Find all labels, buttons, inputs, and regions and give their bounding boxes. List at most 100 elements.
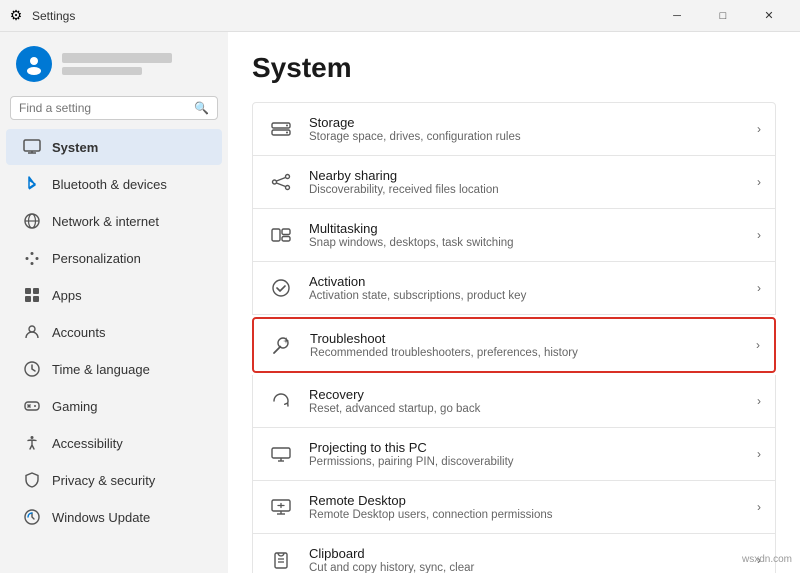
item-title-activation: Activation: [309, 274, 743, 289]
sidebar-item-time[interactable]: Time & language: [6, 351, 222, 387]
sidebar-item-label: Network & internet: [52, 214, 159, 229]
avatar: [16, 46, 52, 82]
chevron-icon: ›: [757, 394, 761, 408]
sidebar-item-system[interactable]: System: [6, 129, 222, 165]
item-desc-storage: Storage space, drives, configuration rul…: [309, 131, 743, 143]
item-desc-troubleshoot: Recommended troubleshooters, preferences…: [310, 347, 742, 359]
chevron-icon: ›: [757, 122, 761, 136]
settings-item-multitasking[interactable]: Multitasking Snap windows, desktops, tas…: [252, 209, 776, 262]
sidebar-item-label: Windows Update: [52, 510, 150, 525]
chevron-icon: ›: [757, 500, 761, 514]
chevron-icon: ›: [757, 175, 761, 189]
user-info: [62, 53, 172, 75]
settings-item-projecting[interactable]: Projecting to this PC Permissions, pairi…: [252, 428, 776, 481]
sidebar-item-label: Accounts: [52, 325, 105, 340]
item-text-multitasking: Multitasking Snap windows, desktops, tas…: [309, 221, 743, 249]
user-sub-bar: [62, 67, 142, 75]
clipboard-icon: [267, 546, 295, 573]
sidebar-item-accounts[interactable]: Accounts: [6, 314, 222, 350]
item-title-projecting: Projecting to this PC: [309, 440, 743, 455]
sidebar: 🔍 System Bluetooth & devices Network & i…: [0, 32, 228, 573]
item-desc-projecting: Permissions, pairing PIN, discoverabilit…: [309, 456, 743, 468]
item-desc-recovery: Reset, advanced startup, go back: [309, 403, 743, 415]
item-text-remote-desktop: Remote Desktop Remote Desktop users, con…: [309, 493, 743, 521]
item-desc-remote-desktop: Remote Desktop users, connection permiss…: [309, 509, 743, 521]
accessibility-icon: [22, 433, 42, 453]
settings-item-nearby-sharing[interactable]: Nearby sharing Discoverability, received…: [252, 156, 776, 209]
projecting-icon: [267, 440, 295, 468]
sidebar-item-label: Gaming: [52, 399, 98, 414]
remote-desktop-icon: [267, 493, 295, 521]
recovery-icon: [267, 387, 295, 415]
settings-item-storage[interactable]: Storage Storage space, drives, configura…: [252, 102, 776, 156]
item-title-nearby-sharing: Nearby sharing: [309, 168, 743, 183]
search-icon: 🔍: [194, 101, 209, 115]
item-title-troubleshoot: Troubleshoot: [310, 331, 742, 346]
item-text-projecting: Projecting to this PC Permissions, pairi…: [309, 440, 743, 468]
privacy-icon: [22, 470, 42, 490]
settings-item-remote-desktop[interactable]: Remote Desktop Remote Desktop users, con…: [252, 481, 776, 534]
watermark: wsxdn.com: [742, 554, 792, 565]
apps-icon: [22, 285, 42, 305]
close-button[interactable]: ✕: [746, 0, 792, 32]
item-text-nearby-sharing: Nearby sharing Discoverability, received…: [309, 168, 743, 196]
sidebar-item-privacy[interactable]: Privacy & security: [6, 462, 222, 498]
chevron-icon: ›: [756, 338, 760, 352]
sidebar-item-apps[interactable]: Apps: [6, 277, 222, 313]
multitasking-icon: [267, 221, 295, 249]
minimize-button[interactable]: ─: [654, 0, 700, 32]
sidebar-item-gaming[interactable]: Gaming: [6, 388, 222, 424]
item-title-clipboard: Clipboard: [309, 546, 743, 561]
titlebar: ⚙ Settings ─ □ ✕: [0, 0, 800, 32]
settings-item-recovery[interactable]: Recovery Reset, advanced startup, go bac…: [252, 375, 776, 428]
maximize-button[interactable]: □: [700, 0, 746, 32]
nearby-sharing-icon: [267, 168, 295, 196]
search-box[interactable]: 🔍: [10, 96, 218, 120]
sidebar-item-label: System: [52, 140, 98, 155]
item-title-recovery: Recovery: [309, 387, 743, 402]
main-content: System Storage Storage space, drives, co…: [228, 32, 800, 573]
chevron-icon: ›: [757, 228, 761, 242]
settings-icon: ⚙: [8, 8, 24, 24]
page-title: System: [252, 52, 776, 84]
sidebar-item-bluetooth[interactable]: Bluetooth & devices: [6, 166, 222, 202]
sidebar-item-windows-update[interactable]: Windows Update: [6, 499, 222, 535]
app-container: 🔍 System Bluetooth & devices Network & i…: [0, 32, 800, 573]
settings-item-clipboard[interactable]: Clipboard Cut and copy history, sync, cl…: [252, 534, 776, 573]
gaming-icon: [22, 396, 42, 416]
search-input[interactable]: [19, 101, 188, 115]
titlebar-controls: ─ □ ✕: [654, 0, 792, 32]
item-desc-multitasking: Snap windows, desktops, task switching: [309, 237, 743, 249]
sidebar-item-network[interactable]: Network & internet: [6, 203, 222, 239]
settings-item-troubleshoot[interactable]: Troubleshoot Recommended troubleshooters…: [252, 317, 776, 373]
bluetooth-icon: [22, 174, 42, 194]
chevron-icon: ›: [757, 281, 761, 295]
chevron-icon: ›: [757, 447, 761, 461]
titlebar-title: Settings: [32, 9, 646, 23]
item-desc-clipboard: Cut and copy history, sync, clear: [309, 562, 743, 573]
item-text-clipboard: Clipboard Cut and copy history, sync, cl…: [309, 546, 743, 573]
item-title-storage: Storage: [309, 115, 743, 130]
user-name-bar: [62, 53, 172, 63]
storage-icon: [267, 115, 295, 143]
troubleshoot-icon: [268, 331, 296, 359]
sidebar-item-label: Bluetooth & devices: [52, 177, 167, 192]
settings-list: Storage Storage space, drives, configura…: [252, 102, 776, 573]
sidebar-item-label: Privacy & security: [52, 473, 155, 488]
user-section: [0, 32, 228, 92]
item-title-remote-desktop: Remote Desktop: [309, 493, 743, 508]
sidebar-item-accessibility[interactable]: Accessibility: [6, 425, 222, 461]
time-icon: [22, 359, 42, 379]
sidebar-item-label: Time & language: [52, 362, 150, 377]
sidebar-item-personalization[interactable]: Personalization: [6, 240, 222, 276]
sidebar-item-label: Apps: [52, 288, 82, 303]
sidebar-item-label: Personalization: [52, 251, 141, 266]
item-title-multitasking: Multitasking: [309, 221, 743, 236]
nav-list: System Bluetooth & devices Network & int…: [0, 128, 228, 536]
accounts-icon: [22, 322, 42, 342]
sidebar-item-label: Accessibility: [52, 436, 123, 451]
windows-update-icon: [22, 507, 42, 527]
activation-icon: [267, 274, 295, 302]
item-desc-activation: Activation state, subscriptions, product…: [309, 290, 743, 302]
settings-item-activation[interactable]: Activation Activation state, subscriptio…: [252, 262, 776, 315]
